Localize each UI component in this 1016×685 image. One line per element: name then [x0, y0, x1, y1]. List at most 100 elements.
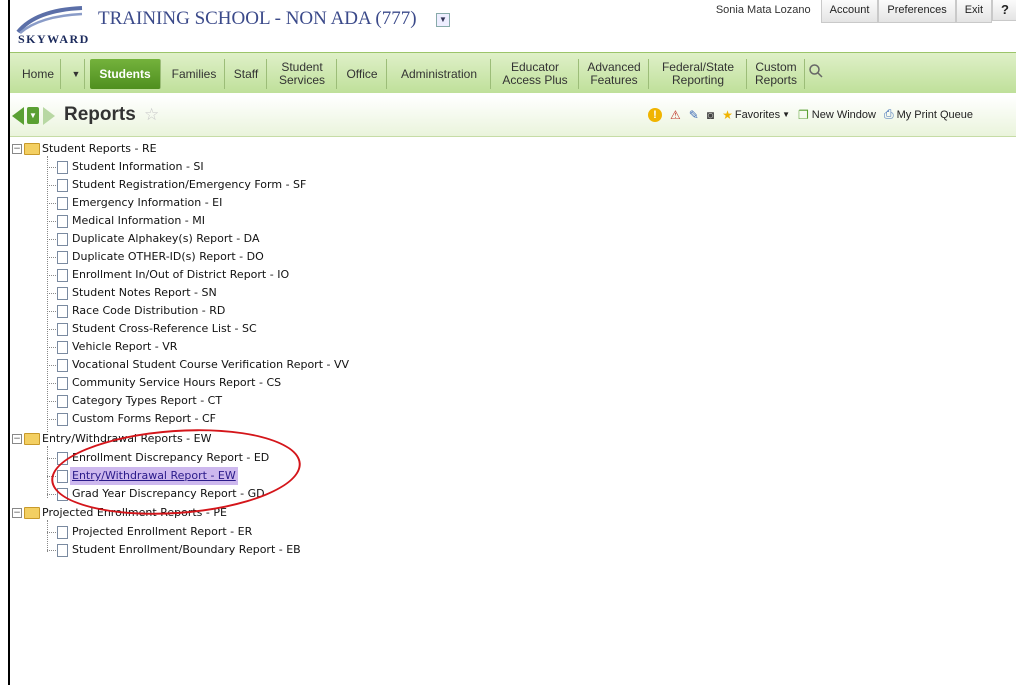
collapse-icon[interactable]: −	[12, 434, 22, 444]
tab-administration[interactable]: Administration	[388, 59, 491, 89]
document-icon	[57, 526, 68, 539]
tree-item[interactable]: Emergency Information - EI	[10, 194, 410, 212]
forward-arrow-icon[interactable]	[43, 107, 55, 125]
document-icon	[57, 377, 68, 390]
tree-item[interactable]: Student Cross-Reference List - SC	[10, 320, 410, 338]
tree-item[interactable]: Student Information - SI	[10, 158, 410, 176]
top-menu: Sonia Mata Lozano Account Preferences Ex…	[708, 0, 1016, 23]
school-title: TRAINING SCHOOL - NON ADA (777)	[98, 8, 417, 29]
tree-item[interactable]: Category Types Report - CT	[10, 392, 410, 410]
tree-item-label: Custom Forms Report - CF	[72, 412, 217, 425]
document-icon	[57, 395, 68, 408]
tree-item-label: Category Types Report - CT	[72, 394, 223, 407]
tab-staff[interactable]: Staff	[226, 59, 267, 89]
favorites-menu[interactable]: Favorites	[735, 109, 780, 121]
skyward-logo: SKYWARD	[16, 6, 88, 46]
tree-item-label: Projected Enrollment Report - ER	[72, 525, 253, 538]
tree-item[interactable]: Race Code Distribution - RD	[10, 302, 410, 320]
tree-item-label: Student Cross-Reference List - SC	[72, 322, 257, 335]
tab-educator-access-plus[interactable]: Educator Access Plus	[492, 59, 579, 89]
school-dropdown-icon[interactable]: ▼	[436, 13, 450, 27]
user-alert-icon[interactable]: ⚠	[670, 108, 681, 122]
account-link[interactable]: Account	[820, 0, 879, 23]
tab-office[interactable]: Office	[338, 59, 387, 89]
tree-item[interactable]: Duplicate OTHER-ID(s) Report - DO	[10, 248, 410, 266]
tree-item-label: Duplicate Alphakey(s) Report - DA	[72, 232, 260, 245]
folder-icon	[24, 433, 40, 445]
tree-item[interactable]: Vehicle Report - VR	[10, 338, 410, 356]
logo-text: SKYWARD	[18, 32, 90, 46]
document-icon	[57, 269, 68, 282]
document-icon	[57, 161, 68, 174]
preferences-link[interactable]: Preferences	[878, 0, 956, 23]
document-icon	[57, 233, 68, 246]
favorites-dropdown-icon[interactable]: ▼	[782, 110, 790, 119]
help-button[interactable]: ?	[992, 0, 1016, 21]
tree-item[interactable]: Student Notes Report - SN	[10, 284, 410, 302]
document-icon	[57, 413, 68, 426]
page-title: Reports	[64, 104, 136, 125]
favorite-star-icon[interactable]: ☆	[144, 105, 159, 125]
folder-icon	[24, 507, 40, 519]
tree-item-label: Race Code Distribution - RD	[72, 304, 226, 317]
new-window-icon: ❐	[798, 107, 809, 122]
tree-item-label: Emergency Information - EI	[72, 196, 223, 209]
page-title-bar: ▼ Reports ☆ ! ⚠ ✎ ◙ ★ Favorites ▼ ❐ New …	[10, 96, 1016, 137]
tree-item[interactable]: Student Registration/Emergency Form - SF	[10, 176, 410, 194]
user-name: Sonia Mata Lozano	[715, 4, 811, 16]
toolbar: ! ⚠ ✎ ◙ ★ Favorites ▼ ❐ New Window ⎙ My …	[648, 107, 981, 122]
home-dropdown-icon[interactable]: ▼	[68, 59, 85, 89]
new-window-link[interactable]: New Window	[812, 109, 876, 121]
camera-icon[interactable]: ◙	[707, 108, 714, 122]
tree-item-label: Enrollment In/Out of District Report - I…	[72, 268, 290, 281]
document-icon	[57, 341, 68, 354]
tab-students[interactable]: Students	[90, 59, 161, 89]
app-frame: SKYWARD TRAINING SCHOOL - NON ADA (777) …	[8, 0, 1016, 685]
tree-group-student-reports[interactable]: − Student Reports - RE	[10, 140, 410, 158]
print-queue-link[interactable]: My Print Queue	[897, 109, 973, 121]
tab-custom-reports[interactable]: Custom Reports	[748, 59, 805, 89]
tree-item-label: Student Enrollment/Boundary Report - EB	[72, 543, 301, 556]
tree-item[interactable]: Community Service Hours Report - CS	[10, 374, 410, 392]
tree-item[interactable]: Student Enrollment/Boundary Report - EB	[10, 541, 410, 559]
tab-federal-state-reporting[interactable]: Federal/State Reporting	[650, 59, 747, 89]
tab-student-services[interactable]: Student Services	[268, 59, 337, 89]
document-icon	[57, 305, 68, 318]
tree-item[interactable]: Custom Forms Report - CF	[10, 410, 410, 428]
document-icon	[57, 287, 68, 300]
document-icon	[57, 359, 68, 372]
back-arrow-icon[interactable]	[12, 107, 24, 125]
document-icon	[57, 251, 68, 264]
favorites-star-icon: ★	[722, 107, 733, 122]
search-icon[interactable]	[808, 63, 824, 81]
folder-icon	[24, 143, 40, 155]
tree-item-label: Medical Information - MI	[72, 214, 206, 227]
tree-item[interactable]: Projected Enrollment Report - ER	[10, 523, 410, 541]
alert-icon[interactable]: !	[648, 107, 662, 122]
tab-home[interactable]: Home	[16, 59, 61, 89]
tree-item-label: Vehicle Report - VR	[72, 340, 178, 353]
document-icon	[57, 197, 68, 210]
exit-link[interactable]: Exit	[955, 0, 993, 23]
tree-item-label: Community Service Hours Report - CS	[72, 376, 282, 389]
notes-icon[interactable]: ✎	[689, 108, 699, 122]
tree-item-label: Vocational Student Course Verification R…	[72, 358, 350, 371]
tree-item-label: Student Notes Report - SN	[72, 286, 217, 299]
tree-item-label: Student Registration/Emergency Form - SF	[72, 178, 307, 191]
tree-item[interactable]: Vocational Student Course Verification R…	[10, 356, 410, 374]
tree-item[interactable]: Duplicate Alphakey(s) Report - DA	[10, 230, 410, 248]
tree-item[interactable]: Medical Information - MI	[10, 212, 410, 230]
main-nav: Home ▼ Students Families Staff Student S…	[10, 52, 1016, 93]
collapse-icon[interactable]: −	[12, 144, 22, 154]
tree-item[interactable]: Enrollment In/Out of District Report - I…	[10, 266, 410, 284]
document-icon	[57, 323, 68, 336]
document-icon	[57, 215, 68, 228]
header: SKYWARD TRAINING SCHOOL - NON ADA (777) …	[10, 0, 1016, 50]
tab-advanced-features[interactable]: Advanced Features	[580, 59, 649, 89]
tree-item-label: Duplicate OTHER-ID(s) Report - DO	[72, 250, 264, 263]
document-icon	[57, 179, 68, 192]
document-icon	[57, 544, 68, 557]
history-dropdown-icon[interactable]: ▼	[27, 107, 39, 124]
collapse-icon[interactable]: −	[12, 508, 22, 518]
tab-families[interactable]: Families	[164, 59, 225, 89]
